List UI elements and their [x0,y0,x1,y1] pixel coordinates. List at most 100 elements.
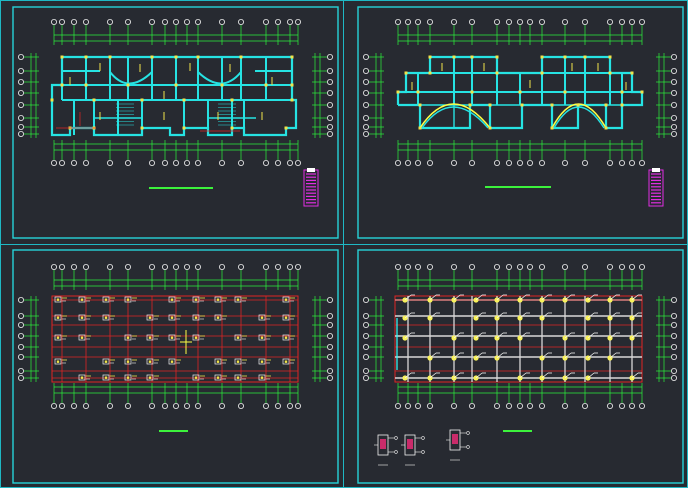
grid-bubble [148,18,155,25]
grid-bubble [394,402,401,409]
grid-bubble [362,343,369,350]
grid-bubble [619,18,626,25]
drawing-title-underline [485,186,551,188]
grid-bubble [517,402,524,409]
grid-bubble [237,263,244,270]
grid-bubble [286,402,293,409]
grid-bubble [426,159,433,166]
grid-bubble [17,296,24,303]
grid-bubble [450,159,457,166]
grid-bubble [527,159,534,166]
grid-bubble [262,159,269,166]
grid-bubble [671,102,678,109]
grid-bubble [629,263,636,270]
grid-bubble [17,321,24,328]
grid-bubble [183,402,190,409]
grid-bubble [562,159,569,166]
grid-bubble [671,353,678,360]
grid-bubble [362,367,369,374]
grid-bubble [326,130,333,137]
grid-bubble [326,54,333,61]
grid-bubble [218,402,225,409]
grid-bubble [671,68,678,75]
grid-bubble [125,159,132,166]
grid-bubble [294,18,301,25]
grid-bubble [17,332,24,339]
grid-bubble [404,402,411,409]
grid-bubble [450,18,457,25]
grid-bubble [493,402,500,409]
grid-bubble [274,159,281,166]
grid-bubble [17,374,24,381]
grid-bubble [468,402,475,409]
grid-bubble [362,124,369,131]
grid-bubble [148,263,155,270]
grid-bubble [71,263,78,270]
grid-bubble [493,263,500,270]
grid-bubble [539,263,546,270]
grid-bubble [394,159,401,166]
grid-bubble [671,367,678,374]
grid-bubble [362,54,369,61]
grid-bubble [505,18,512,25]
grid-bubble [639,18,646,25]
grid-bubble [671,54,678,61]
grid-bubble [362,90,369,97]
grid-bubble [17,312,24,319]
grid-bubble [326,296,333,303]
grid-bubble [125,18,132,25]
grid-bubble [562,18,569,25]
grid-bubble [125,263,132,270]
grid-bubble [562,402,569,409]
grid-bubble [194,263,201,270]
grid-bubble [619,263,626,270]
grid-bubble [326,374,333,381]
grid-bubble [671,130,678,137]
drawing-title-underline [149,187,213,189]
grid-bubble [148,402,155,409]
grid-bubble [362,115,369,122]
grid-bubble [218,159,225,166]
grid-bubble [414,402,421,409]
grid-bubble [629,18,636,25]
grid-bubble [582,263,589,270]
grid-bubble [161,159,168,166]
grid-bubble [517,263,524,270]
grid-bubble [83,263,90,270]
grid-bubble [17,115,24,122]
cad-drawing-sheet [0,0,688,488]
grid-bubble [286,159,293,166]
grid-bubble [51,18,58,25]
grid-bubble [404,263,411,270]
grid-bubble [362,130,369,137]
grid-bubble [639,402,646,409]
grid-bubble [262,18,269,25]
grid-bubble [505,159,512,166]
grid-bubble [671,312,678,319]
grid-bubble [582,402,589,409]
grid-bubble [218,18,225,25]
grid-bubble [17,79,24,86]
grid-bubble [394,263,401,270]
grid-bubble [286,18,293,25]
grid-bubble [671,343,678,350]
grid-bubble [468,159,475,166]
grid-bubble [527,402,534,409]
grid-bubble [183,18,190,25]
grid-bubble [607,159,614,166]
grid-bubble [172,159,179,166]
grid-bubble [671,124,678,131]
grid-bubble [17,54,24,61]
grid-bubble [450,263,457,270]
grid-bubble [468,18,475,25]
grid-bubble [362,312,369,319]
grid-bubble [326,321,333,328]
grid-bubble [607,18,614,25]
grid-bubble [426,18,433,25]
grid-bubble [237,18,244,25]
drawing-title-underline [503,430,532,432]
grid-bubble [505,263,512,270]
grid-bubble [671,374,678,381]
grid-bubble [326,102,333,109]
grid-bubble [671,79,678,86]
